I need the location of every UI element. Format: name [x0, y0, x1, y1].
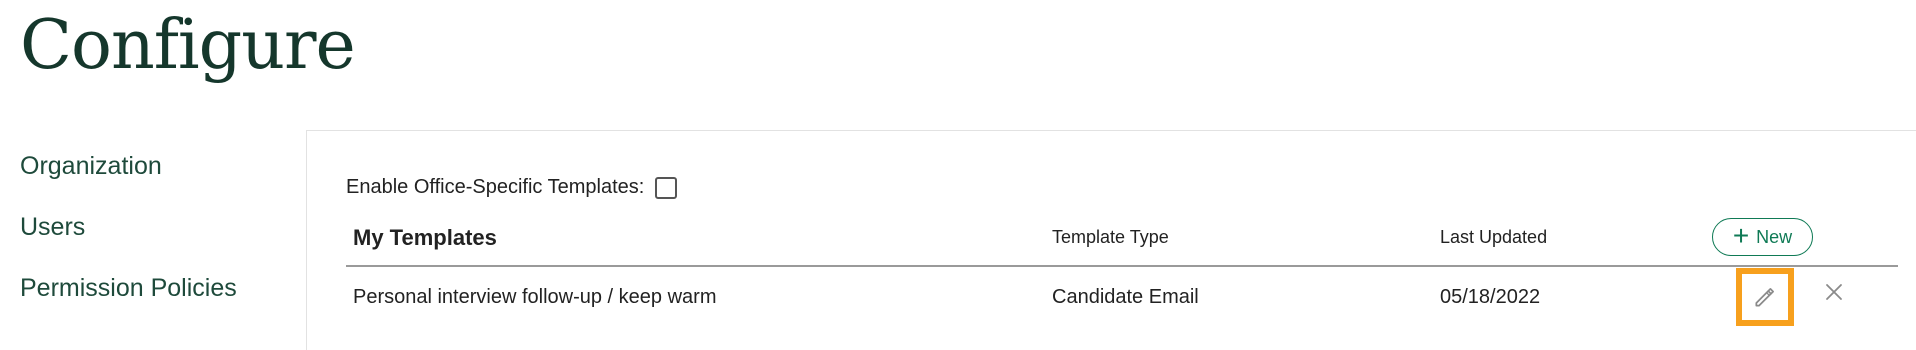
- column-header-my-templates: My Templates: [353, 225, 497, 250]
- close-icon: [1826, 284, 1842, 300]
- plus-icon: +: [1732, 220, 1750, 251]
- office-templates-checkbox[interactable]: [655, 176, 678, 199]
- office-templates-toggle-row: Enable Office-Specific Templates:: [346, 176, 678, 199]
- template-name-cell[interactable]: Personal interview follow-up / keep warm: [353, 267, 717, 327]
- last-updated-cell: 05/18/2022: [1440, 286, 1541, 308]
- edit-template-button[interactable]: [1736, 268, 1794, 326]
- template-type-cell: Candidate Email: [1052, 286, 1199, 308]
- new-template-button-label: New: [1756, 226, 1793, 247]
- templates-panel: Enable Office-Specific Templates: My Tem…: [306, 130, 1916, 350]
- sidebar-nav: Organization Users Permission Policies: [20, 150, 300, 333]
- column-header-template-type: Template Type: [1052, 227, 1169, 247]
- pencil-icon: [1755, 288, 1774, 307]
- sidebar-item-permission-policies[interactable]: Permission Policies: [20, 272, 300, 304]
- table-row: Personal interview follow-up / keep warm…: [346, 267, 1898, 327]
- templates-table-header: My Templates Template Type Last Updated …: [346, 210, 1898, 267]
- column-header-last-updated: Last Updated: [1440, 227, 1548, 247]
- new-template-button[interactable]: + New: [1712, 218, 1813, 256]
- sidebar-item-users[interactable]: Users: [20, 211, 300, 243]
- office-templates-toggle-label: Enable Office-Specific Templates:: [346, 176, 645, 198]
- delete-template-button[interactable]: [1821, 279, 1847, 305]
- page-title: Configure: [20, 6, 356, 85]
- sidebar-item-organization[interactable]: Organization: [20, 150, 300, 182]
